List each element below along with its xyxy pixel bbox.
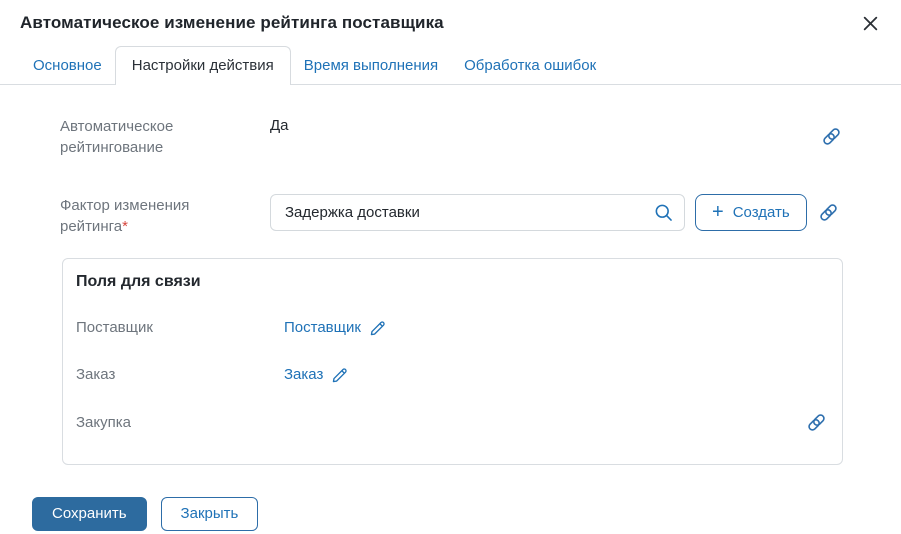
factor-controls: + Создать <box>270 194 840 232</box>
plus-icon: + <box>712 200 724 223</box>
order-label: Заказ <box>76 365 116 383</box>
field-row-factor: Фактор изменения рейтинга* + Создать <box>60 194 845 237</box>
factor-label: Фактор изменения рейтинга* <box>60 197 190 236</box>
create-button[interactable]: + Создать <box>695 194 807 232</box>
close-button[interactable]: Закрыть <box>160 496 259 531</box>
dialog-title: Автоматическое изменение рейтинга постав… <box>20 13 444 32</box>
supplier-link[interactable]: Поставщик <box>284 319 361 336</box>
tab-error-handling[interactable]: Обработка ошибок <box>451 47 609 84</box>
save-button[interactable]: Сохранить <box>32 496 147 531</box>
purchase-label: Закупка <box>76 413 131 431</box>
relation-box-title: Поля для связи <box>76 272 201 290</box>
auto-rating-label: Автоматическое рейтингование <box>60 118 174 156</box>
dialog-header: Автоматическое изменение рейтинга постав… <box>0 0 901 33</box>
tab-bar: Основное Настройки действия Время выполн… <box>0 46 901 85</box>
supplier-label: Поставщик <box>76 318 153 336</box>
relation-row-supplier: Поставщик Поставщик <box>76 317 830 338</box>
factor-input[interactable] <box>270 194 685 232</box>
edit-pencil-icon[interactable] <box>368 319 387 338</box>
auto-rating-link-icon[interactable] <box>811 125 845 148</box>
close-icon[interactable] <box>862 15 879 32</box>
required-asterisk: * <box>122 218 128 236</box>
tab-execution-time[interactable]: Время выполнения <box>291 47 451 84</box>
relation-fields-box: Поля для связи Поставщик Поставщик Заказ… <box>62 257 843 465</box>
tab-action-settings[interactable]: Настройки действия <box>114 46 291 85</box>
search-icon[interactable] <box>653 202 674 223</box>
order-link[interactable]: Заказ <box>284 366 323 383</box>
edit-pencil-icon[interactable] <box>330 366 349 385</box>
auto-rating-value: Да <box>270 117 289 134</box>
field-row-auto-rating: Автоматическое рейтингование Да <box>60 115 845 158</box>
dialog-footer: Сохранить Закрыть <box>32 496 901 531</box>
factor-link-icon[interactable] <box>817 201 840 224</box>
relation-row-purchase: Закупка <box>76 411 830 434</box>
purchase-link-icon[interactable] <box>800 411 830 434</box>
tab-main[interactable]: Основное <box>20 47 115 84</box>
tab-content: Автоматическое рейтингование Да Фактор и… <box>0 85 901 465</box>
relation-row-order: Заказ Заказ <box>76 364 830 385</box>
